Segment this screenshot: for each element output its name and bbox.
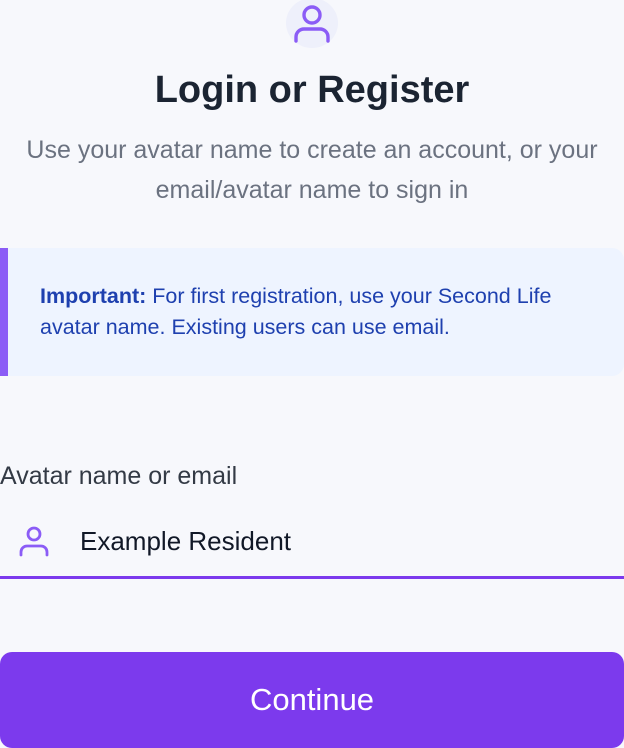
notice-label: Important:: [40, 284, 147, 308]
page-title: Login or Register: [154, 69, 470, 111]
user-icon: [18, 524, 50, 558]
avatar-name-or-email-input[interactable]: [78, 518, 602, 564]
continue-button[interactable]: Continue: [0, 652, 624, 748]
login-page: Login or Register Use your avatar name t…: [0, 0, 624, 748]
user-icon: [292, 1, 332, 45]
avatar: [286, 0, 338, 48]
notice-text: Important: For first registration, use y…: [40, 281, 584, 343]
avatar-field-label: Avatar name or email: [0, 462, 238, 490]
avatar-field-container: [0, 508, 624, 579]
page-subtitle: Use your avatar name to create an accoun…: [26, 136, 598, 204]
important-notice: Important: For first registration, use y…: [0, 248, 624, 376]
